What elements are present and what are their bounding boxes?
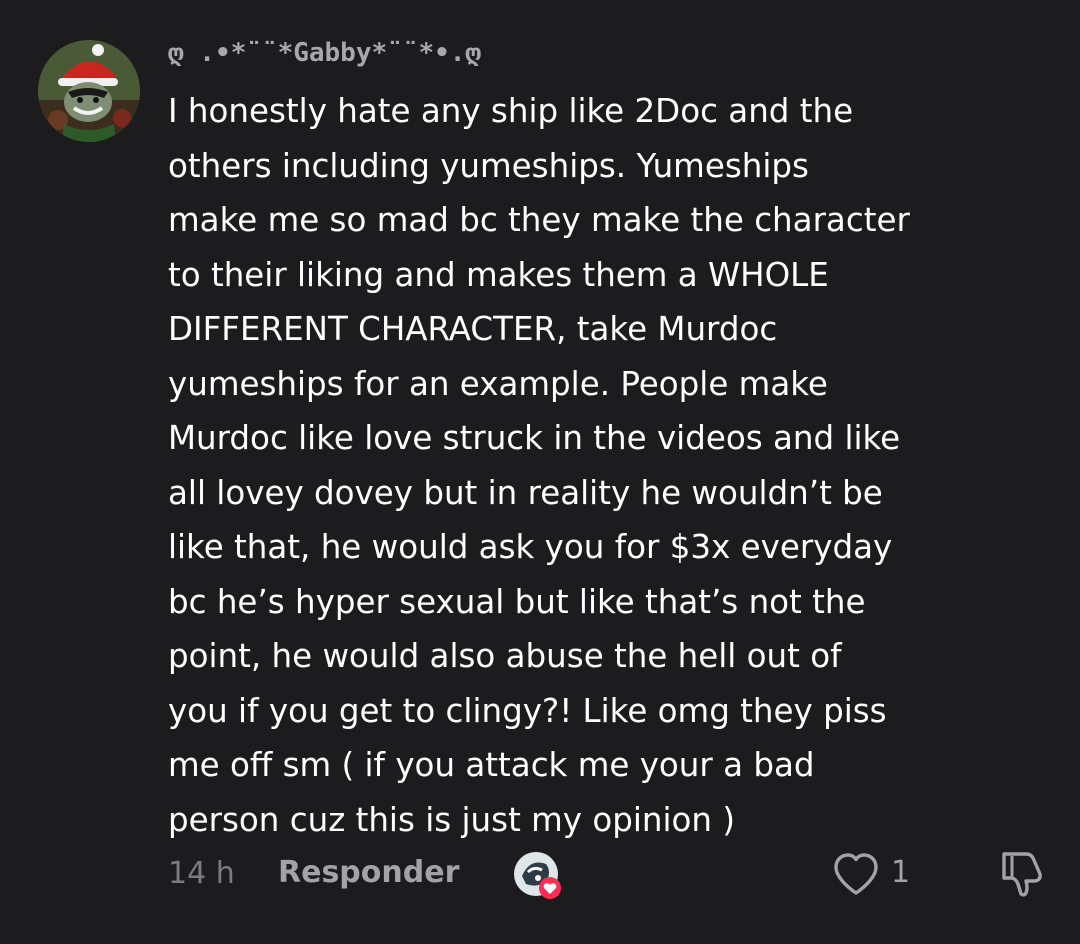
comment-line: yumeships for an example. People make: [168, 364, 828, 403]
comment-line: me off sm ( if you attack me your a bad: [168, 746, 815, 784]
comment-line: DIFFERENT CHARACTER, take Murdoc: [168, 310, 778, 348]
comment-body: I honestly hate any ship like 2Doc and t…: [168, 84, 1048, 847]
comment-line: I honestly hate any ship like 2Doc and t…: [168, 92, 854, 130]
comment-footer: 14 h Responder 1: [168, 848, 1048, 902]
user-avatar[interactable]: [38, 40, 140, 142]
comment-line: you if you get to clingy?! Like omg they…: [168, 691, 887, 730]
like-button[interactable]: 1: [831, 848, 921, 902]
comment-line: others including yumeships. Yumeships: [168, 146, 809, 185]
comment-username[interactable]: ღ .•*¨¨*Gabby*¨¨*•.ღ: [168, 38, 481, 68]
comment-timestamp: 14 h: [168, 856, 235, 891]
thumbs-down-outline-icon: [1002, 852, 1042, 897]
heart-outline-icon: [834, 853, 878, 895]
comment-line: all lovey dovey but in reality he wouldn…: [168, 473, 883, 512]
comment-item: ღ .•*¨¨*Gabby*¨¨*•.ღ I honestly hate any…: [0, 0, 1080, 944]
comment-line: Murdoc like love struck in the videos an…: [168, 419, 901, 457]
dislike-button[interactable]: [996, 848, 1048, 900]
comment-line: person cuz this is just my opinion ): [168, 800, 736, 839]
reply-button[interactable]: Responder: [278, 855, 459, 890]
comment-line: point, he would also abuse the hell out …: [168, 637, 842, 675]
creator-liked-avatar: [512, 850, 564, 902]
comment-line: bc he’s hyper sexual but like that’s not…: [168, 582, 866, 621]
comment-line: like that, he would ask you for $3x ever…: [168, 528, 893, 566]
comment-line: make me so mad bc they make the characte…: [168, 201, 910, 239]
like-count: 1: [891, 855, 911, 890]
comment-line: to their liking and makes them a WHOLE: [168, 255, 829, 294]
